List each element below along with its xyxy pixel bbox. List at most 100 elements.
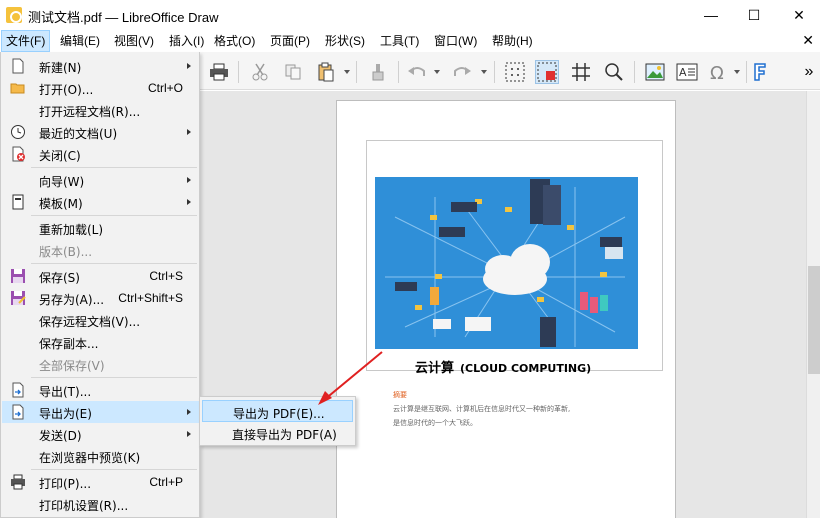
menu-page[interactable]: 页面(P)	[266, 30, 314, 52]
paste-button[interactable]	[314, 60, 338, 84]
hash-grid-icon	[572, 63, 590, 81]
folder-open-icon	[10, 83, 25, 94]
abstract-line-2: 是信息时代的一个大飞跃。	[393, 419, 477, 427]
save-icon	[11, 269, 25, 283]
abstract-line-1: 云计算是继互联网、计算机后在信息时代又一种新的革新,	[393, 405, 571, 413]
undo-icon	[408, 67, 425, 76]
grid-icon	[505, 62, 525, 82]
submenu-arrow-icon	[187, 63, 191, 69]
document-heading: 云计算 (CLOUD COMPUTING)	[415, 357, 591, 376]
menu-bar: 文件(F) 编辑(E) 视图(V) 插入(I) 格式(O) 页面(P) 形状(S…	[0, 30, 820, 52]
cut-button[interactable]	[248, 60, 272, 84]
menu-item-open-remote[interactable]: 打开远程文档(R)...	[2, 99, 199, 121]
submenu-arrow-icon	[187, 129, 191, 135]
menu-file[interactable]: 文件(F)	[1, 30, 51, 52]
menu-item-export-as[interactable]: 导出为(E)	[2, 401, 199, 423]
redo-icon	[454, 67, 471, 76]
export-as-icon	[12, 404, 24, 420]
heading-chinese: 云计算	[415, 361, 455, 376]
menu-item-print[interactable]: 打印(P)... Ctrl+P	[2, 471, 199, 493]
menu-item-printer-settings[interactable]: 打印机设置(R)...	[2, 493, 199, 515]
clock-icon	[11, 125, 25, 139]
scissors-icon	[252, 63, 268, 81]
menu-item-templates[interactable]: 模板(M)	[2, 191, 199, 213]
redo-button[interactable]	[450, 60, 474, 84]
zoom-pan-button[interactable]	[602, 60, 626, 84]
submenu-arrow-icon	[187, 199, 191, 205]
menu-format[interactable]: 格式(O)	[210, 30, 259, 52]
close-icon: ✕	[793, 6, 805, 23]
close-window-button[interactable]: ✕	[776, 0, 820, 30]
fontwork-button[interactable]	[748, 60, 772, 84]
scrollbar-thumb[interactable]	[808, 266, 820, 374]
export-icon	[12, 382, 24, 398]
shortcut-save-as: Ctrl+Shift+S	[118, 291, 183, 305]
print-button[interactable]	[207, 60, 231, 84]
image-icon	[645, 63, 665, 81]
svg-text:Ω: Ω	[710, 63, 724, 82]
chevron-double-right-icon: »	[804, 63, 814, 80]
menu-item-save[interactable]: 保存(S) Ctrl+S	[2, 265, 199, 287]
menu-item-versions[interactable]: 版本(B)...	[2, 239, 199, 261]
submenu-arrow-icon	[187, 409, 191, 415]
menu-item-new[interactable]: 新建(N)	[2, 55, 199, 77]
menu-item-preview-in-browser[interactable]: 在浏览器中预览(K)	[2, 445, 199, 467]
insert-textbox-button[interactable]: A	[675, 60, 699, 84]
undo-dropdown-arrow[interactable]	[434, 70, 440, 74]
snap-guides-button[interactable]	[569, 60, 593, 84]
menu-item-open[interactable]: 打开(O)... Ctrl+O	[2, 77, 199, 99]
printer-icon	[11, 474, 25, 490]
menu-item-recent-documents[interactable]: 最近的文档(U)	[2, 121, 199, 143]
menu-item-close[interactable]: 关闭(C)	[2, 143, 199, 165]
menu-window[interactable]: 窗口(W)	[430, 30, 481, 52]
undo-button[interactable]	[405, 60, 429, 84]
submenu-arrow-icon	[187, 431, 191, 437]
menu-insert[interactable]: 插入(I)	[165, 30, 208, 52]
menu-item-export-directly-as-pdf[interactable]: 直接导出为 PDF(A)	[202, 422, 353, 444]
document-page[interactable]: 云计算 (CLOUD COMPUTING) 摘要 云计算是继互联网、计算机后在信息…	[336, 100, 676, 518]
paintbrush-icon	[372, 64, 384, 81]
close-document-button[interactable]: ✕	[802, 32, 814, 49]
toolbar-overflow-button[interactable]: »	[800, 60, 818, 84]
copy-button[interactable]	[281, 60, 305, 84]
helplines-icon	[537, 62, 557, 82]
redo-dropdown-arrow[interactable]	[481, 70, 487, 74]
helplines-button[interactable]	[535, 60, 559, 84]
title-bar: 测试文档.pdf — LibreOffice Draw — ☐ ✕	[0, 0, 820, 30]
vertical-scrollbar[interactable]	[806, 91, 820, 518]
menu-item-save-as[interactable]: 另存为(A)... Ctrl+Shift+S	[2, 287, 199, 309]
menu-item-send[interactable]: 发送(D)	[2, 423, 199, 445]
menu-shape[interactable]: 形状(S)	[321, 30, 369, 52]
clipboard-icon	[318, 62, 334, 82]
menu-help[interactable]: 帮助(H)	[488, 30, 537, 52]
textbox-icon: A	[676, 63, 698, 81]
omega-icon: Ω	[710, 63, 724, 82]
menu-item-export[interactable]: 导出(T)...	[2, 379, 199, 401]
file-menu-dropdown: 新建(N) 打开(O)... Ctrl+O 打开远程文档(R)... 最近的文档…	[0, 52, 200, 518]
heading-english: (CLOUD COMPUTING)	[460, 362, 592, 375]
menu-item-save-remote[interactable]: 保存远程文档(V)...	[2, 309, 199, 331]
display-grid-button[interactable]	[503, 60, 527, 84]
svg-text:A: A	[679, 66, 687, 79]
clone-formatting-button[interactable]	[366, 60, 390, 84]
maximize-icon: ☐	[747, 6, 761, 23]
menu-item-save-all[interactable]: 全部保存(V)	[2, 353, 199, 375]
fontwork-icon	[754, 63, 766, 81]
cloud-computing-illustration[interactable]	[375, 177, 638, 349]
minimize-button[interactable]: —	[688, 0, 734, 30]
menu-item-reload[interactable]: 重新加载(L)	[2, 217, 199, 239]
printer-icon	[210, 63, 228, 81]
paste-dropdown-arrow[interactable]	[344, 70, 350, 74]
menu-view[interactable]: 视图(V)	[110, 30, 158, 52]
maximize-button[interactable]: ☐	[731, 0, 777, 30]
menu-item-save-copy[interactable]: 保存副本...	[2, 331, 199, 353]
menu-item-wizards[interactable]: 向导(W)	[2, 169, 199, 191]
cloud-computing-graphic	[385, 179, 626, 347]
menu-tools[interactable]: 工具(T)	[376, 30, 423, 52]
special-character-dropdown-arrow[interactable]	[734, 70, 740, 74]
insert-image-button[interactable]	[643, 60, 667, 84]
copy-icon	[285, 64, 301, 80]
template-icon	[12, 194, 24, 210]
insert-special-character-button[interactable]: Ω	[706, 60, 730, 84]
menu-edit[interactable]: 编辑(E)	[56, 30, 104, 52]
